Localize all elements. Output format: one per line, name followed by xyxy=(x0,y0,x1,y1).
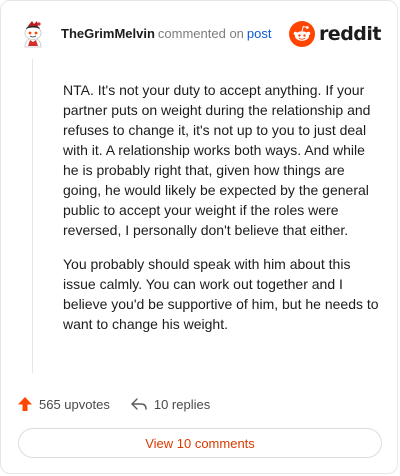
commented-on-label: commented on xyxy=(157,26,244,41)
upvote-arrow-icon xyxy=(18,397,32,411)
reply-arrow-icon xyxy=(131,398,147,410)
upvote-button[interactable]: 565 upvotes xyxy=(17,396,110,412)
snoo-avatar-icon[interactable] xyxy=(17,18,49,50)
post-link[interactable]: post xyxy=(247,26,272,41)
thread-line[interactable] xyxy=(32,59,33,373)
username-link[interactable]: TheGrimMelvin xyxy=(61,26,155,41)
reddit-logo[interactable]: reddit xyxy=(288,21,382,47)
comment-header: TheGrimMelvin commented on post reddit xyxy=(17,17,382,51)
reply-count: 10 replies xyxy=(153,396,211,412)
comment-body: NTA. It's not your duty to accept anythi… xyxy=(63,80,381,348)
view-comments-button[interactable]: View 10 comments xyxy=(18,428,382,458)
upvote-count: 565 upvotes xyxy=(39,396,110,412)
comment-paragraph-2: You probably should speak with him about… xyxy=(63,256,379,332)
comment-actions: 565 upvotes 10 replies xyxy=(17,394,210,414)
reply-button[interactable]: 10 replies xyxy=(130,396,210,412)
comment-meta: TheGrimMelvin commented on post xyxy=(61,26,289,42)
reddit-wordmark: reddit xyxy=(318,23,382,45)
comment-paragraph-1: NTA. It's not your duty to accept anythi… xyxy=(63,82,371,238)
reddit-logo-icon xyxy=(288,21,315,47)
comment-card: TheGrimMelvin commented on post reddit NTA… xyxy=(0,0,398,474)
